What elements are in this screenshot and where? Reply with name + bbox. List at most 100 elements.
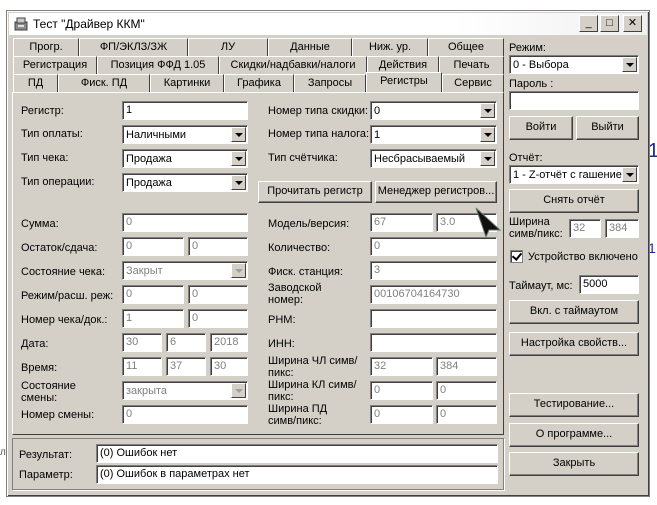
time-second-field: 30 (210, 357, 248, 376)
operation-type-value: Продажа (126, 177, 172, 189)
close-button[interactable]: Закрыть (509, 452, 639, 476)
login-button[interactable]: Войти (509, 116, 573, 140)
side-mode-select[interactable]: 0 - Выбора (509, 55, 639, 74)
time-minute-field: 37 (166, 357, 206, 376)
chevron-down-icon[interactable] (622, 57, 637, 72)
chevron-down-icon[interactable] (480, 127, 495, 142)
side-width-chars-field: 32 (569, 219, 601, 238)
inn-field (370, 333, 497, 352)
tab-service[interactable]: Сервис (442, 74, 504, 92)
minimize-icon[interactable]: _ (579, 15, 598, 32)
width-cl-chars-field: 32 (370, 357, 433, 376)
width-cl-label: Ширина ЧЛ симв/пикс: (268, 355, 358, 379)
counter-type-value: Несбрасываемый (374, 153, 466, 165)
chevron-down-icon (231, 263, 246, 278)
check-state-value: Закрыт (126, 265, 163, 277)
width-kl-label: Ширина КЛ симв/пикс: (268, 379, 357, 403)
side-width-pixels-field: 384 (605, 219, 639, 238)
tab-pd[interactable]: ПД (13, 74, 58, 92)
tab-fp-eklz[interactable]: ФП/ЭКЛЗ/ЗЖ (79, 38, 188, 56)
model-label: Модель/версия: (268, 218, 350, 230)
check-type-label: Тип чека: (21, 152, 69, 164)
timeout-input[interactable]: 5000 (579, 275, 639, 294)
tab-low-level[interactable]: Ниж. ур. (352, 38, 428, 56)
device-enabled-checkbox[interactable] (510, 250, 523, 263)
close-window-icon[interactable]: ✕ (623, 15, 642, 32)
app-icon (13, 16, 29, 32)
inn-label: ИНН: (268, 338, 295, 350)
fisc-station-field: 3 (370, 261, 497, 280)
date-day-field: 30 (122, 333, 162, 352)
check-number-label: Номер чека/док.: (21, 314, 108, 326)
tab-lu[interactable]: ЛУ (188, 38, 268, 56)
timeout-enable-button[interactable]: Вкл. с таймаутом (509, 300, 639, 324)
tab-registration[interactable]: Регистрация (13, 56, 97, 74)
testing-button[interactable]: Тестирование... (509, 393, 639, 417)
chevron-down-icon[interactable] (480, 103, 495, 118)
tab-registers[interactable]: Регистры (366, 72, 442, 92)
check-state-label: Состояние чека: (21, 266, 106, 278)
side-width-label: Ширина симв/пикс: (509, 216, 563, 240)
serial-label: Заводской номер: (268, 282, 322, 306)
report-value: 1 - Z-отчёт с гашение (513, 169, 622, 181)
shift-state-select: закрыта (122, 381, 248, 400)
logout-button[interactable]: Выйти (576, 116, 639, 140)
width-kl-chars-field: 0 (370, 381, 433, 400)
take-report-button[interactable]: Снять отчёт (509, 189, 639, 213)
quantity-label: Количество: (268, 242, 331, 254)
discount-type-select[interactable]: 0 (370, 101, 497, 120)
width-kl-pixels-field: 0 (436, 381, 497, 400)
check-type-value: Продажа (126, 153, 172, 165)
tab-pictures[interactable]: Картинки (150, 74, 224, 92)
rnm-label: РНМ: (268, 314, 296, 326)
chevron-down-icon[interactable] (231, 175, 246, 190)
counter-type-select[interactable]: Несбрасываемый (370, 149, 497, 168)
chevron-down-icon[interactable] (231, 151, 246, 166)
properties-button[interactable]: Настройка свойств... (509, 332, 639, 356)
password-input[interactable] (509, 91, 639, 110)
tab-print[interactable]: Печать (439, 56, 504, 74)
about-button[interactable]: О программе... (509, 423, 639, 447)
param-label: Параметр: (19, 469, 73, 481)
register-manager-button[interactable]: Менеджер регистров... (375, 181, 497, 203)
result-label: Результат: (19, 449, 73, 461)
tab-queries[interactable]: Запросы (294, 74, 366, 92)
param-field[interactable]: (0) Ошибок в параметрах нет (96, 465, 498, 484)
tab-progr[interactable]: Прогр. (13, 38, 79, 56)
tab-position-ffd[interactable]: Позиция ФФД 1.05 (97, 56, 219, 74)
report-select[interactable]: 1 - Z-отчёт с гашение (509, 165, 639, 184)
width-cl-pixels-field: 384 (436, 357, 497, 376)
operation-type-select[interactable]: Продажа (122, 173, 248, 192)
tab-graphics[interactable]: Графика (224, 74, 294, 92)
result-field[interactable]: (0) Ошибок нет (96, 444, 498, 463)
read-register-button[interactable]: Прочитать регистр (258, 181, 372, 203)
shift-number-label: Номер смены: (21, 409, 95, 421)
tab-discounts[interactable]: Скидки/надбавки/налоги (219, 56, 367, 74)
quantity-field: 0 (370, 237, 497, 256)
tab-data[interactable]: Данные (268, 38, 352, 56)
check-state-select: Закрыт (122, 261, 248, 280)
tab-fisc-pd[interactable]: Фиск. ПД (58, 74, 150, 92)
register-input[interactable]: 1 (122, 101, 248, 120)
rnm-field (370, 309, 497, 328)
submode-field: 0 (188, 285, 248, 304)
window-title: Тест "Драйвер ККМ" (33, 17, 145, 31)
check-type-select[interactable]: Продажа (122, 149, 248, 168)
payment-type-select[interactable]: Наличными (122, 125, 248, 144)
shift-state-value: закрыта (126, 385, 168, 397)
chevron-down-icon[interactable] (231, 127, 246, 142)
mode-label: Режим/расш. реж: (21, 290, 114, 302)
time-label: Время: (21, 362, 58, 374)
chevron-down-icon[interactable] (622, 167, 637, 182)
maximize-icon[interactable]: □ (600, 15, 619, 32)
tax-type-value: 1 (374, 129, 381, 141)
tax-type-label: Номер типа налога: (268, 128, 370, 140)
chevron-down-icon (231, 383, 246, 398)
date-month-field: 6 (166, 333, 206, 352)
tax-type-select[interactable]: 1 (370, 125, 497, 144)
side-mode-label: Режим: (509, 42, 546, 54)
tab-general[interactable]: Общее (428, 38, 504, 56)
change-field: 0 (188, 237, 248, 256)
width-pd-pixels-field: 0 (436, 405, 497, 424)
chevron-down-icon[interactable] (480, 151, 495, 166)
